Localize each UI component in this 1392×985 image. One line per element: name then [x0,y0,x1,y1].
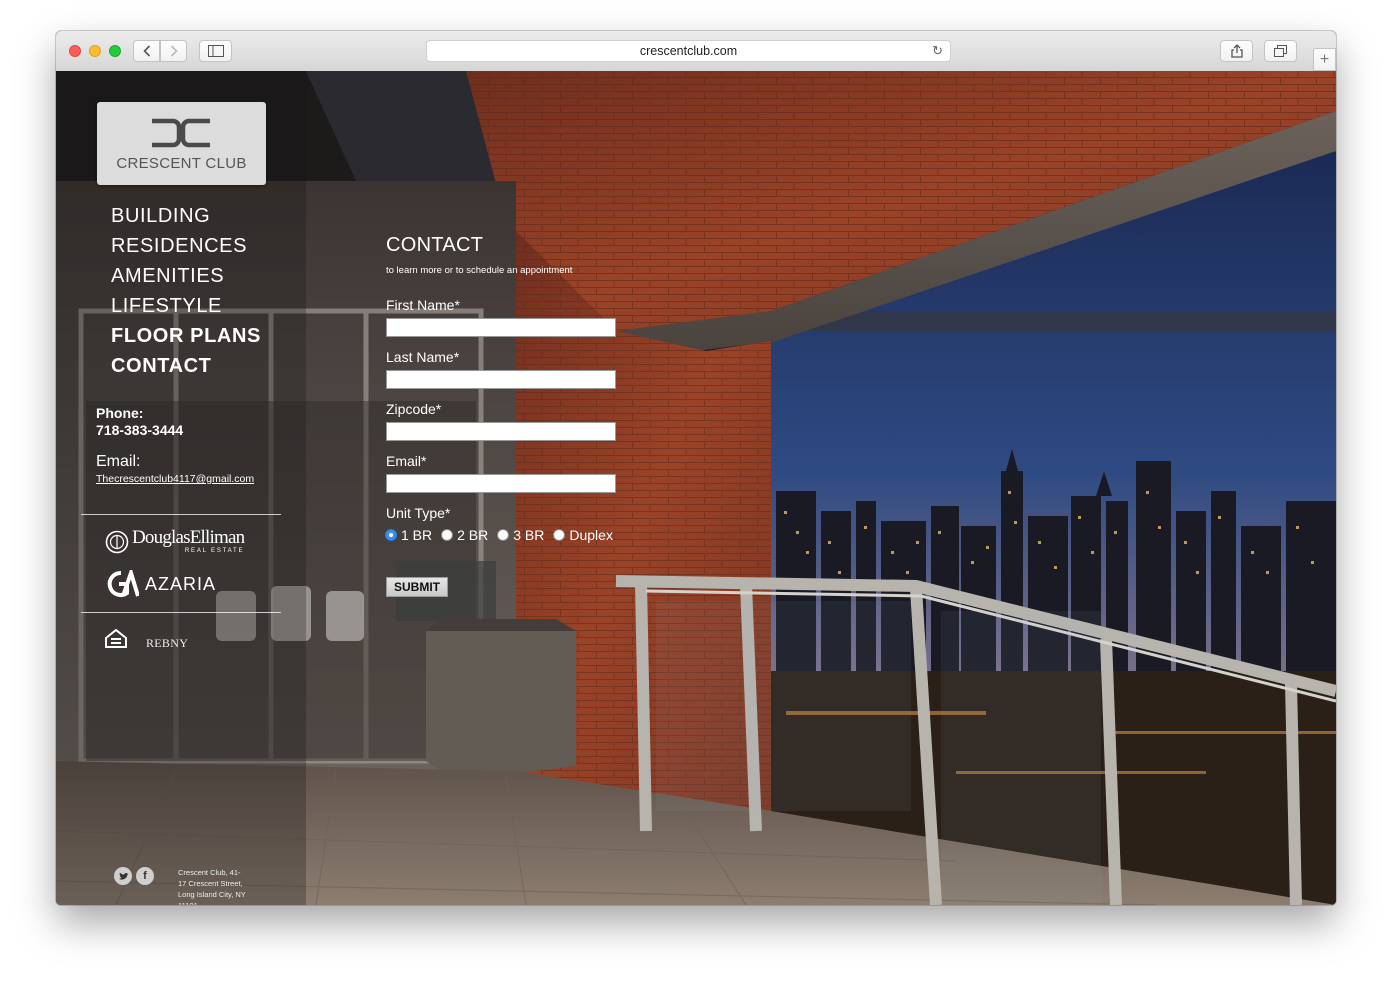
address-line: 17 Crescent Street, [178,879,243,888]
douglas-elliman-sub: REAL ESTATE [184,548,245,554]
address-line: Long Island City, NY [178,890,246,899]
page-content: CRESCENT CLUB BUILDING RESIDENCES AMENIT… [56,71,1336,905]
facebook-icon: f [143,870,147,882]
chevron-right-icon [170,45,178,57]
crescent-club-logo[interactable]: CRESCENT CLUB [97,102,266,185]
address-line: Crescent Club, 41- [178,868,241,877]
plus-icon: + [1319,50,1330,68]
reload-icon[interactable]: ↻ [932,41,943,61]
douglas-elliman-logo[interactable]: DouglasElliman REAL ESTATE [105,527,245,554]
first-name-input[interactable] [386,318,616,337]
last-name-input[interactable] [386,370,616,389]
contact-subtitle: to learn more or to schedule an appointm… [386,265,573,276]
azaria-name: AZARIA [145,573,217,594]
unit-type-radio-3br[interactable] [497,529,510,541]
minimize-window-button[interactable] [89,45,101,57]
contact-title: CONTACT [386,234,484,256]
sidebar-toggle-button[interactable] [199,40,232,62]
tabs-icon [1274,45,1287,57]
twitter-icon [118,872,128,880]
unit-type-radio-duplex[interactable] [553,529,566,541]
twitter-button[interactable] [114,867,132,885]
share-button[interactable] [1220,40,1253,62]
email-label: Email: [96,453,141,470]
close-window-button[interactable] [69,45,81,57]
sidebar-divider [81,514,281,515]
main-nav: BUILDING RESIDENCES AMENITIES LIFESTYLE … [111,201,261,381]
new-tab-button[interactable]: + [1313,48,1336,71]
sidebar-divider [81,612,281,613]
unit-type-label-1br: 1 BR [401,527,433,543]
nav-floor-plans[interactable]: FLOOR PLANS [111,321,261,351]
nav-building[interactable]: BUILDING [111,201,261,231]
douglas-elliman-name: DouglasElliman [132,527,245,548]
phone-label: Phone: [96,405,144,421]
forward-button[interactable] [160,40,187,62]
email-link[interactable]: Thecrescentclub4117@gmail.com [96,473,254,485]
show-tabs-button[interactable] [1264,40,1297,62]
facebook-button[interactable]: f [136,867,154,885]
nav-residences[interactable]: RESIDENCES [111,231,261,261]
zipcode-label: Zipcode* [386,401,442,417]
footer-address: Crescent Club, 41- 17 Crescent Street, L… [178,867,258,905]
douglas-elliman-emblem-icon [105,530,129,553]
sidebar-panel [56,71,306,905]
browser-window: crescentclub.com ↻ + CRESCENT CLUB BUILD… [56,31,1336,905]
email-field[interactable] [386,474,616,493]
address-line: 11101 [178,900,258,905]
nav-contact[interactable]: CONTACT [111,351,261,381]
unit-type-radio-group: 1 BR 2 BR 3 BR Duplex [385,527,622,543]
address-bar[interactable]: crescentclub.com ↻ [426,40,951,62]
zoom-window-button[interactable] [109,45,121,57]
browser-toolbar: crescentclub.com ↻ + [56,31,1336,72]
unit-type-label: Unit Type* [386,505,451,521]
url-text: crescentclub.com [639,44,738,58]
phone-number: 718-383-3444 [96,422,184,438]
unit-type-radio-1br[interactable] [385,529,397,541]
unit-type-label-duplex: Duplex [569,527,613,543]
logo-text: CRESCENT CLUB [116,155,247,172]
zipcode-input[interactable] [386,422,616,441]
first-name-label: First Name* [386,297,460,313]
unit-type-radio-2br[interactable] [441,529,454,541]
equal-housing-icon [105,629,127,648]
unit-type-label-2br: 2 BR [457,527,489,543]
back-button[interactable] [133,40,160,62]
submit-button[interactable]: SUBMIT [386,577,448,597]
azaria-logo[interactable]: AZARIA [105,570,216,598]
chevron-left-icon [142,45,150,57]
last-name-label: Last Name* [386,349,460,365]
crescent-club-mark-icon [152,118,210,148]
nav-lifestyle[interactable]: LIFESTYLE [111,291,261,321]
unit-type-label-3br: 3 BR [513,527,545,543]
share-icon [1230,44,1243,58]
nav-amenities[interactable]: AMENITIES [111,261,261,291]
rebny-logo: REBNY [146,636,189,650]
email-field-label: Email* [386,453,427,469]
azaria-mark-icon [107,570,139,597]
sidebar-icon [207,45,224,57]
